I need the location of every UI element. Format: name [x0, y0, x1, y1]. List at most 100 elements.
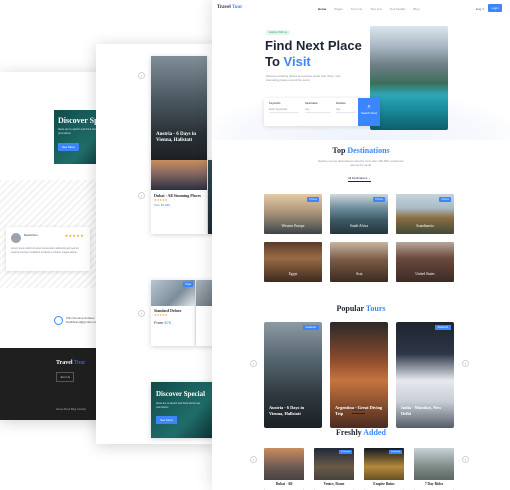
fresh-title: Empire Ruins	[364, 480, 404, 490]
site-logo[interactable]: Travel Tour	[217, 5, 242, 10]
hero-desc: Discover amazing places at exclusive dea…	[266, 74, 341, 82]
section-title-word: Popular	[336, 304, 364, 313]
destination-tile[interactable]: 3 Tours Scandinavia	[396, 194, 454, 234]
tour-title: Austria - 6 Days in Vienna, Hallstatt	[269, 405, 305, 416]
fresh-title: Venice, Rome	[314, 480, 354, 490]
hotel-card[interactable]: Hotel Standard Deluxe ★★★★★ From $75	[151, 280, 195, 346]
tour-tag: Featured	[302, 325, 319, 330]
reviewer-name: David Kim	[24, 233, 38, 237]
top-nav: Travel Tour Home Pages Tour List Tour Li…	[212, 0, 510, 18]
destination-field[interactable]: Destination Any	[305, 102, 331, 113]
destination-tile[interactable]: Egypt	[264, 242, 322, 282]
tile-label: Western Europe	[281, 224, 305, 228]
section-title-word: Freshly	[336, 428, 362, 437]
fresh-card[interactable]: Dubai - All	[264, 448, 304, 490]
tile-label: Asia	[355, 272, 363, 276]
tile-label: South Africa	[349, 224, 369, 228]
tour-title: Austria - 6 Days in Vienna, Hallstatt	[156, 132, 197, 143]
tile-label: Scandinavia	[416, 224, 434, 228]
prev-arrow[interactable]: ‹	[250, 360, 257, 367]
price-value: $75	[164, 320, 172, 325]
nav-item-blog[interactable]: Blog	[413, 7, 419, 11]
section-title-tours: Popular Tours	[212, 304, 510, 313]
tour-price: from $1,999	[154, 203, 171, 207]
logo-word-a: Travel	[56, 360, 73, 366]
tour-tag: Featured	[434, 325, 451, 330]
field-label: Duration	[336, 102, 346, 105]
nav-item-tour-list[interactable]: Tour List	[351, 7, 362, 11]
section-title-accent: Destinations	[347, 146, 390, 155]
rating-stars: ★★★★★	[64, 233, 84, 238]
promo-banner: Discover Special Ideas are to sketch and…	[151, 382, 219, 438]
tour-card[interactable]: Dubai - All Stunning Places ★★★★★ from $…	[151, 160, 207, 234]
all-destinations-link[interactable]: All Destinations →	[348, 176, 371, 182]
section-desc: Explore our top destinations voted by mo…	[318, 159, 404, 167]
promo-desc: Ideas are to sketch and think about new …	[156, 402, 201, 409]
field-value: Any	[336, 108, 356, 113]
promo-button[interactable]: See More	[156, 416, 178, 424]
destination-tile[interactable]: United States	[396, 242, 454, 282]
page-preview-right: Travel Tour Home Pages Tour List Tour Li…	[212, 0, 510, 490]
prev-arrow[interactable]: ‹	[138, 192, 145, 199]
promo-title: Discover Special	[156, 390, 206, 398]
promo-button[interactable]: See More	[58, 143, 80, 152]
nav-item-pages[interactable]: Pages	[334, 7, 343, 11]
hotel-tag: Hotel	[183, 282, 193, 287]
search-button[interactable]: ⌕ Search Now	[358, 98, 380, 126]
fresh-card[interactable]: Featured Empire Ruins	[364, 448, 404, 490]
keywords-field[interactable]: Keywords Enter Keywords	[269, 102, 299, 113]
tour-card[interactable]: Austria - 6 Days in Vienna, Hallstatt	[151, 56, 207, 160]
language-select[interactable]: Eng ∨	[476, 7, 484, 11]
next-arrow[interactable]: ›	[462, 456, 469, 463]
page-preview-middle: ‹ Austria - 6 Days in Vienna, Hallstatt …	[96, 44, 220, 444]
tile-label: Egypt	[288, 272, 298, 276]
footer-logo[interactable]: Travel Tour	[56, 360, 85, 366]
destination-tile[interactable]: 9 Tours Western Europe	[264, 194, 322, 234]
review-text: Lorem ipsum dolor sit amet consectetur a…	[11, 247, 79, 254]
logo-word-a: Travel	[217, 5, 231, 10]
hero-title-line2: To Visit	[265, 54, 362, 70]
footer-links[interactable]: Home About Blog Contact	[56, 408, 86, 411]
nav-item-tour-details[interactable]: Tour Details	[390, 7, 406, 11]
hero-image	[370, 26, 448, 130]
search-bar: Keywords Enter Keywords Destination Any Du…	[264, 98, 380, 126]
fresh-card[interactable]: Featured Venice, Rome	[314, 448, 354, 490]
hero-title-word: To	[265, 54, 280, 69]
view-more-link[interactable]: View More	[352, 408, 366, 414]
fresh-tag: Featured	[389, 450, 402, 454]
hero-pill: Explore With us	[266, 30, 291, 35]
fresh-title: 7 Day Rides	[414, 480, 454, 490]
hero-title: Find Next Place To Visit	[265, 38, 362, 70]
nav-item-tour-list-2[interactable]: Tour List	[370, 7, 381, 11]
fresh-tag: Featured	[339, 450, 352, 454]
section-title-accent: Added	[363, 428, 386, 437]
tile-label: United States	[415, 272, 435, 276]
section-title-word: Top	[332, 146, 346, 155]
tour-title: Dubai - All Stunning Places	[154, 193, 201, 198]
price-label: From	[154, 320, 164, 325]
section-title-fresh: Freshly Added	[212, 428, 510, 437]
avatar	[11, 233, 21, 243]
next-arrow[interactable]: ›	[462, 360, 469, 367]
footer-button[interactable]: Join Us	[56, 372, 75, 382]
prev-arrow[interactable]: ‹	[138, 310, 145, 317]
review-card: David Kim ★★★★★ Lorem ipsum dolor sit am…	[6, 227, 90, 271]
field-label: Keywords	[269, 102, 281, 105]
logo-word-b: Tour	[231, 5, 243, 10]
search-button-label: Search Now	[360, 111, 378, 115]
tour-title: India - Mumbai, New Delhi	[401, 405, 442, 416]
hotel-price: From $75	[151, 317, 195, 328]
destination-tile[interactable]: 6 Tours South Africa	[330, 194, 388, 234]
login-button[interactable]: Login	[488, 4, 502, 12]
duration-field[interactable]: Duration Any	[336, 102, 356, 113]
nav-item-home[interactable]: Home	[318, 7, 326, 11]
field-value: Any	[305, 108, 331, 113]
prev-arrow[interactable]: ‹	[250, 456, 257, 463]
prev-arrow[interactable]: ‹	[138, 72, 145, 79]
destination-tile[interactable]: Asia	[330, 242, 388, 282]
hotel-title: Standard Deluxe	[154, 309, 182, 313]
tour-card[interactable]: Featured India - Mumbai, New Delhi	[396, 322, 454, 428]
fresh-card[interactable]: 7 Day Rides	[414, 448, 454, 490]
logo-word-b: Tour	[73, 360, 86, 366]
tour-card[interactable]: Featured Austria - 6 Days in Vienna, Hal…	[264, 322, 322, 428]
